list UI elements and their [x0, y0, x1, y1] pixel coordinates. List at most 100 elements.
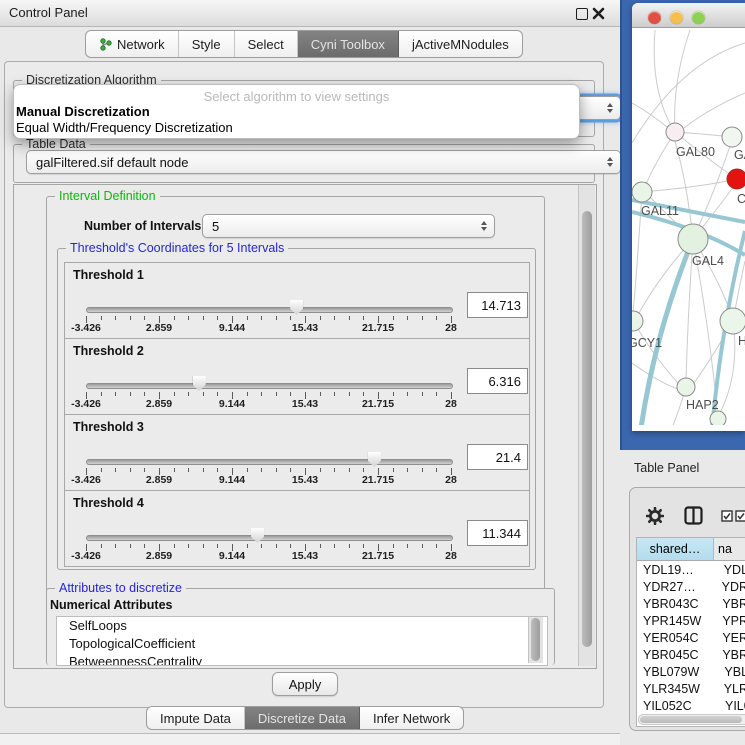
tab-jactivemnodules[interactable]: jActiveMNodules	[399, 31, 522, 57]
network-edge[interactable]	[632, 103, 667, 127]
apply-button[interactable]: Apply	[272, 672, 338, 696]
table-data-combobox[interactable]: galFiltered.sif default node	[26, 150, 621, 174]
tab-discretize-data[interactable]: Discretize Data	[245, 707, 360, 729]
node-table: shared… na YDL19…YDL1YDR27…YDR2YBR043CYB…	[636, 537, 745, 727]
attribute-list-item[interactable]: TopologicalCoefficient	[57, 635, 547, 653]
gear-icon[interactable]	[646, 507, 664, 525]
cell-shared-name[interactable]: YIL052C	[637, 697, 719, 714]
cell-shared-name[interactable]: YBR045C	[637, 646, 716, 663]
vertical-scrollbar-thumb[interactable]	[582, 211, 592, 647]
table-row[interactable]: YPR145WYPR1	[637, 612, 745, 629]
tab-network[interactable]: Network	[86, 31, 179, 57]
vertical-scrollbar[interactable]	[578, 185, 595, 666]
cell-shared-name[interactable]: YBR043C	[637, 595, 716, 612]
table-data-group-title: Table Data	[22, 137, 90, 151]
table-row[interactable]: YBL079WYBL0	[637, 663, 745, 680]
number-of-intervals-combobox[interactable]: 5	[202, 214, 495, 238]
tab-cyni-toolbox[interactable]: Cyni Toolbox	[298, 31, 399, 57]
attribute-list-item[interactable]: SelfLoops	[57, 617, 547, 635]
table-row[interactable]: YDR27…YDR2	[637, 578, 745, 595]
attributes-scrollbar[interactable]	[528, 617, 543, 663]
threshold-coordinates-title: Threshold's Coordinates for 5 Intervals	[66, 241, 288, 255]
network-edge[interactable]	[675, 30, 690, 132]
cell-name[interactable]: YDR2	[716, 578, 745, 595]
network-node[interactable]	[632, 182, 652, 202]
table-row[interactable]: YER054CYER0	[637, 629, 745, 646]
attribute-list-item[interactable]: BetweennessCentrality	[57, 653, 547, 666]
menu-item-manual-discretization[interactable]: Manual Discretization	[16, 104, 150, 119]
threshold-value-field[interactable]: 6.316	[467, 368, 528, 394]
network-icon	[99, 38, 112, 51]
traffic-close-button[interactable]	[648, 11, 661, 24]
deselect-all-checkbox-icon[interactable]	[735, 510, 745, 522]
traffic-minimize-button[interactable]	[670, 11, 683, 24]
threshold-slider-track[interactable]	[86, 383, 453, 389]
threshold-panel: Threshold 4 -3.4262.8599.14415.4321.7152…	[64, 490, 530, 567]
threshold-value-field[interactable]: 14.713	[467, 292, 528, 318]
network-node[interactable]	[722, 127, 742, 147]
network-node[interactable]	[666, 123, 684, 141]
close-icon[interactable]	[592, 7, 605, 20]
cell-shared-name[interactable]: YBL079W	[637, 663, 718, 680]
threshold-label: Threshold 3	[73, 420, 144, 434]
column-header-name[interactable]: na	[714, 538, 745, 560]
cell-shared-name[interactable]: YLR345W	[637, 680, 718, 697]
tab-style[interactable]: Style	[179, 31, 235, 57]
cell-name[interactable]: YBL0	[718, 663, 745, 680]
threshold-panel: Threshold 3 -3.4262.8599.14415.4321.7152…	[64, 414, 530, 491]
threshold-label: Threshold 1	[73, 268, 144, 282]
tab-select[interactable]: Select	[235, 31, 298, 57]
network-edge[interactable]	[654, 30, 675, 132]
table-horizontal-scrollbar[interactable]	[638, 714, 745, 725]
threshold-slider-track[interactable]	[86, 459, 453, 465]
network-node[interactable]	[727, 169, 745, 189]
menu-item-equal-width-frequency[interactable]: Equal Width/Frequency Discretization	[16, 120, 233, 135]
network-node[interactable]	[710, 411, 726, 425]
network-edge[interactable]	[684, 93, 745, 128]
algorithm-hint: Select algorithm to view settings	[14, 89, 579, 104]
cell-name[interactable]: YBR0	[716, 646, 745, 663]
cell-name[interactable]: YER0	[716, 629, 745, 646]
cell-name[interactable]: YIL0	[719, 697, 745, 714]
numerical-attributes-list[interactable]: SelfLoopsTopologicalCoefficientBetweenne…	[56, 616, 548, 666]
cell-name[interactable]: YDL1	[718, 561, 745, 578]
table-panel-window: shared… na YDL19…YDL1YDR27…YDR2YBR043CYB…	[629, 487, 745, 731]
table-row[interactable]: YIL052CYIL0	[637, 697, 745, 714]
network-node-label: GAL4	[692, 254, 724, 268]
cell-shared-name[interactable]: YPR145W	[637, 612, 716, 629]
table-horizontal-scrollbar-thumb[interactable]	[640, 716, 742, 723]
threshold-slider-track[interactable]	[86, 307, 453, 313]
column-header-shared-name[interactable]: shared…	[637, 538, 714, 560]
table-row[interactable]: YBR045CYBR0	[637, 646, 745, 663]
tab-infer-network[interactable]: Infer Network	[360, 707, 463, 729]
control-panel-tabbar: Network Style Select Cyni Toolbox jActiv…	[85, 30, 523, 58]
select-all-checkbox-icon[interactable]	[721, 510, 733, 522]
network-node-label: C	[737, 192, 745, 206]
attributes-scrollbar-thumb[interactable]	[531, 618, 540, 661]
network-node[interactable]	[678, 224, 708, 254]
column-browser-icon[interactable]	[684, 506, 703, 525]
cell-name[interactable]: YLR3	[718, 680, 745, 697]
traffic-zoom-button[interactable]	[692, 11, 705, 24]
table-row[interactable]: YDL19…YDL1	[637, 561, 745, 578]
threshold-value-field[interactable]: 21.4	[467, 444, 528, 470]
table-row[interactable]: YBR043CYBR0	[637, 595, 745, 612]
network-node[interactable]	[720, 308, 745, 334]
control-panel-title: Control Panel	[9, 5, 88, 20]
network-node[interactable]	[677, 378, 695, 396]
tab-impute-data[interactable]: Impute Data	[147, 707, 245, 729]
cell-shared-name[interactable]: YER054C	[637, 629, 716, 646]
network-canvas[interactable]: GAL80GACGAL11GAL4GCY1HHAP2	[632, 28, 745, 425]
cell-shared-name[interactable]: YDL19…	[637, 561, 718, 578]
table-row[interactable]: YLR345WYLR3	[637, 680, 745, 697]
threshold-slider-track[interactable]	[86, 535, 453, 541]
cell-shared-name[interactable]: YDR27…	[637, 578, 716, 595]
threshold-value-field[interactable]: 11.344	[467, 520, 528, 546]
network-node-label: GCY1	[632, 336, 662, 350]
network-node[interactable]	[632, 311, 643, 331]
network-window-titlebar[interactable]	[632, 3, 745, 28]
cell-name[interactable]: YPR1	[716, 612, 745, 629]
cell-name[interactable]: YBR0	[716, 595, 745, 612]
float-window-icon[interactable]	[576, 8, 588, 20]
attributes-group-title: Attributes to discretize	[55, 581, 186, 595]
